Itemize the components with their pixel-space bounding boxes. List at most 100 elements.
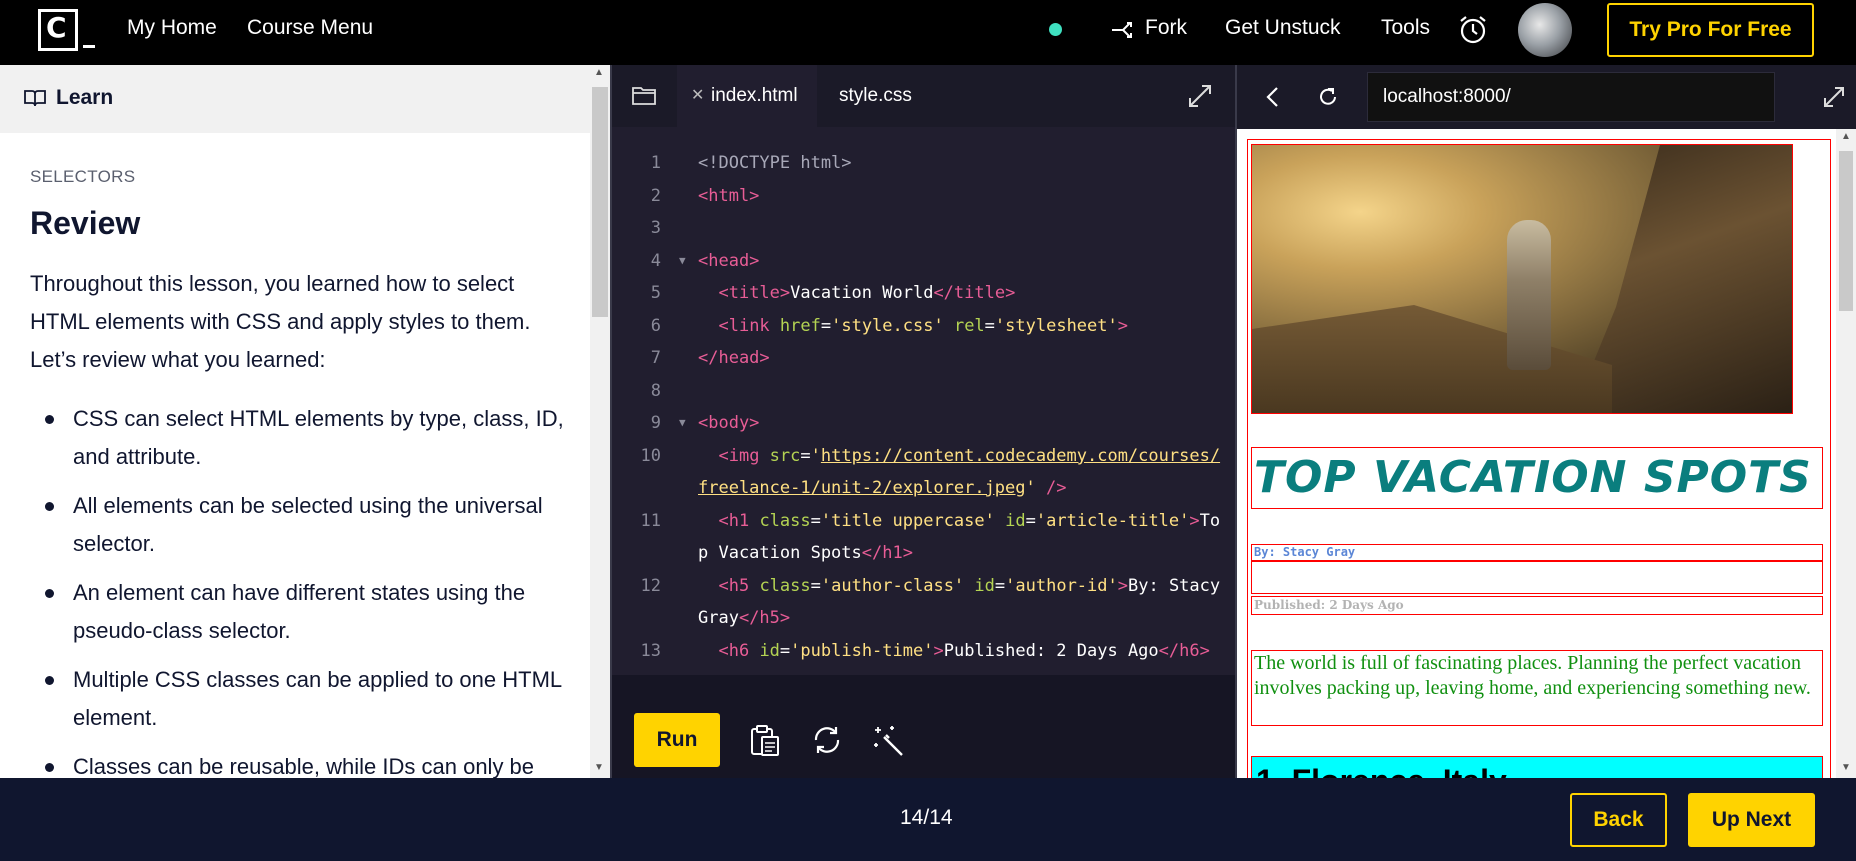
learn-label: Learn (56, 86, 114, 109)
code-text: <head> (698, 250, 760, 271)
code-area[interactable]: 1 <!DOCTYPE html> 2 <html> 3 4 ▼ <head> 5 <title… (612, 147, 1235, 700)
scroll-up-icon[interactable]: ▲ (594, 67, 604, 78)
line-number: 7 (650, 348, 661, 368)
reload-icon[interactable] (1317, 86, 1339, 108)
fold-arrow-icon[interactable]: ▼ (679, 245, 686, 278)
browser-toolbar: localhost:8000/ (1237, 65, 1856, 129)
code-text: <body> (698, 413, 760, 433)
clipboard-icon[interactable] (747, 723, 781, 757)
learn-scrollbar[interactable]: ▲ ▼ (590, 65, 610, 778)
tab-style-css[interactable]: style.css (839, 85, 912, 107)
code-text: <title>Vacation World</title> (718, 283, 1016, 303)
lesson-intro: Throughout this lesson, you learned how … (30, 271, 531, 372)
alarm-clock-icon[interactable] (1457, 14, 1489, 46)
code-text: <html> (698, 185, 760, 206)
code-text: <h6 id='publish-time'>Published: 2 Days … (718, 640, 1210, 661)
tab-index-html[interactable]: ✕ index.html (677, 65, 817, 127)
code-line[interactable]: 3 (612, 212, 1235, 245)
tab-label: index.html (711, 85, 798, 106)
line-number: 2 (650, 185, 661, 206)
editor-tabs: ✕ index.html style.css (612, 65, 1235, 127)
code-line[interactable]: 1 <!DOCTYPE html> (612, 147, 1235, 180)
logo-letter: C (46, 11, 67, 44)
tools-button[interactable]: Tools (1381, 16, 1430, 40)
scroll-down-icon[interactable]: ▼ (594, 762, 604, 773)
list-item: Multiple CSS classes can be applied to o… (30, 661, 570, 737)
code-line[interactable]: 6 <link href='style.css' rel='stylesheet… (612, 310, 1235, 343)
line-number: 12 (640, 575, 661, 596)
folder-icon[interactable] (632, 85, 656, 105)
lesson-breadcrumb: SELECTORS (30, 167, 136, 186)
list-item: Classes can be reusable, while IDs can o… (30, 748, 570, 778)
code-line[interactable]: 10 <img src='https://content.codecademy.… (612, 440, 1235, 505)
publish-time: Published: 2 Days Ago (1251, 596, 1823, 615)
scroll-down-icon[interactable]: ▼ (1841, 762, 1851, 773)
hiker-figure (1507, 220, 1551, 370)
line-number: 9 (650, 413, 661, 433)
status-dot (1049, 23, 1062, 36)
list-item: All elements can be selected using the u… (30, 487, 570, 563)
user-avatar[interactable] (1518, 3, 1572, 57)
line-number: 11 (640, 510, 661, 531)
list-item: An element can have different states usi… (30, 574, 570, 650)
up-next-button[interactable]: Up Next (1688, 793, 1815, 847)
mountain-shape (1252, 305, 1612, 413)
reset-icon[interactable] (810, 723, 844, 757)
back-arrow-icon[interactable] (1263, 85, 1283, 109)
fork-icon[interactable] (1110, 17, 1136, 43)
review-list: CSS can select HTML elements by type, cl… (30, 400, 570, 778)
scroll-up-icon[interactable]: ▲ (1841, 131, 1851, 142)
destination-heading: 1. Florence, Italy (1251, 756, 1823, 778)
magic-wand-icon[interactable] (872, 723, 906, 757)
author-line: By: Stacy Gray (1251, 544, 1823, 561)
line-number: 10 (640, 445, 661, 466)
article-title: TOP VACATION SPOTS (1251, 447, 1823, 509)
lesson-progress: 14/14 (900, 806, 953, 829)
rendered-page: TOP VACATION SPOTS By: Stacy Gray Publis… (1237, 129, 1836, 778)
try-pro-button[interactable]: Try Pro For Free (1607, 3, 1814, 57)
scrollbar-thumb[interactable] (592, 87, 608, 317)
code-text: <h1 class='title uppercase' id='article-… (698, 510, 1221, 564)
learn-panel: Learn SELECTORS Review Throughout this l… (0, 65, 610, 778)
hero-image (1251, 144, 1793, 414)
close-icon[interactable]: ✕ (691, 85, 704, 105)
code-line[interactable]: 5 <title>Vacation World</title> (612, 277, 1235, 310)
code-line[interactable]: 13 <h6 id='publish-time'>Published: 2 Da… (612, 635, 1235, 668)
run-button[interactable]: Run (634, 713, 720, 767)
code-text: </head> (698, 348, 770, 368)
line-number: 13 (640, 640, 661, 661)
code-text: <link href='style.css' rel='stylesheet'> (718, 315, 1128, 336)
browser-preview: localhost:8000/ TOP VACATION SPOTS By: S… (1237, 65, 1856, 778)
code-text: <!DOCTYPE html> (698, 153, 852, 173)
list-item: CSS can select HTML elements by type, cl… (30, 400, 570, 476)
fork-button[interactable]: Fork (1145, 16, 1187, 40)
learn-header: Learn (0, 65, 590, 133)
url-bar[interactable]: localhost:8000/ (1367, 72, 1775, 122)
scrollbar-thumb[interactable] (1839, 151, 1853, 311)
book-icon (24, 90, 46, 107)
code-line[interactable]: 2 <html> (612, 180, 1235, 213)
top-navigation: C My Home Course Menu Fork Get Unstuck T… (0, 0, 1856, 65)
expand-icon[interactable] (1187, 83, 1213, 109)
code-line[interactable]: 11 <h1 class='title uppercase' id='artic… (612, 505, 1235, 570)
code-line[interactable]: 7 </head> (612, 342, 1235, 375)
code-line[interactable]: 12 <h5 class='author-class' id='author-i… (612, 570, 1235, 635)
get-unstuck-button[interactable]: Get Unstuck (1225, 16, 1341, 40)
codecademy-logo[interactable]: C (38, 9, 95, 53)
code-line[interactable]: 4 ▼ <head> (612, 245, 1235, 278)
expand-icon[interactable] (1822, 85, 1846, 109)
line-number: 1 (650, 153, 661, 173)
code-line[interactable]: 9 ▼ <body> (612, 407, 1235, 440)
editor-toolbar: Run (612, 675, 1235, 778)
intro-paragraph: The world is full of fascinating places.… (1251, 650, 1823, 726)
fold-arrow-icon[interactable]: ▼ (679, 407, 686, 440)
line-number: 5 (650, 283, 661, 303)
my-home-link[interactable]: My Home (127, 16, 217, 40)
code-line[interactable]: 8 (612, 375, 1235, 408)
preview-scrollbar[interactable]: ▲ ▼ (1836, 129, 1856, 778)
code-text: <h5 class='author-class' id='author-id'>… (698, 575, 1231, 629)
logo-underscore (83, 45, 95, 48)
back-button[interactable]: Back (1570, 793, 1667, 847)
course-menu-link[interactable]: Course Menu (247, 16, 373, 40)
line-number: 3 (650, 218, 661, 238)
